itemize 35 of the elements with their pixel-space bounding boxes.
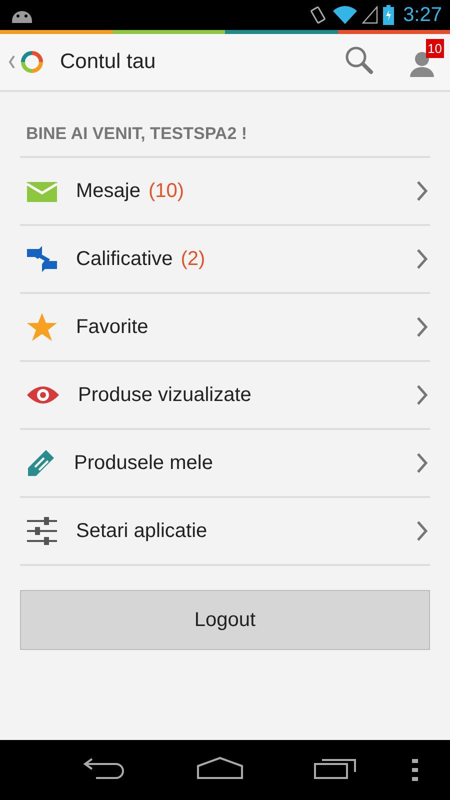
back-caret-icon (8, 55, 16, 69)
chevron-right-icon (416, 452, 428, 474)
chevron-right-icon (416, 316, 428, 338)
eye-icon (26, 384, 60, 406)
menu-item[interactable]: Favorite (20, 294, 430, 362)
tag-icon (26, 448, 56, 478)
wifi-icon (333, 5, 358, 25)
signal-icon (362, 6, 378, 24)
welcome-heading: BINE AI VENIT, TESTSPA2 ! (20, 92, 430, 158)
search-icon (344, 44, 374, 74)
menu-item[interactable]: Mesaje (10) (20, 158, 430, 226)
menu-item[interactable]: Calificative (2) (20, 226, 430, 294)
menu-item[interactable]: Produse vizualizate (20, 362, 430, 430)
ring-logo-icon (20, 50, 44, 74)
envelope-icon (26, 179, 58, 203)
overflow-menu-icon[interactable] (412, 759, 418, 781)
menu-item[interactable]: Setari aplicatie (20, 498, 430, 566)
logout-button[interactable]: Logout (20, 590, 430, 650)
chevron-right-icon (416, 384, 428, 406)
screen-title: Contul tau (60, 50, 157, 74)
item-count: (10) (148, 180, 184, 202)
chevron-right-icon (416, 180, 428, 202)
star-icon (26, 312, 58, 342)
clock-time: 3:27 (403, 4, 442, 26)
sliders-icon (26, 516, 58, 546)
battery-icon (383, 5, 394, 25)
chevron-right-icon (416, 248, 428, 270)
vibrate-icon (308, 5, 328, 25)
back-arrow-icon (82, 756, 126, 780)
home-outline-icon (196, 756, 244, 780)
account-button[interactable]: 10 (400, 36, 444, 88)
item-count: (2) (180, 248, 206, 270)
menu-item[interactable]: Produsele mele (20, 430, 430, 498)
notification-badge: 10 (426, 38, 444, 58)
chevron-right-icon (416, 520, 428, 542)
